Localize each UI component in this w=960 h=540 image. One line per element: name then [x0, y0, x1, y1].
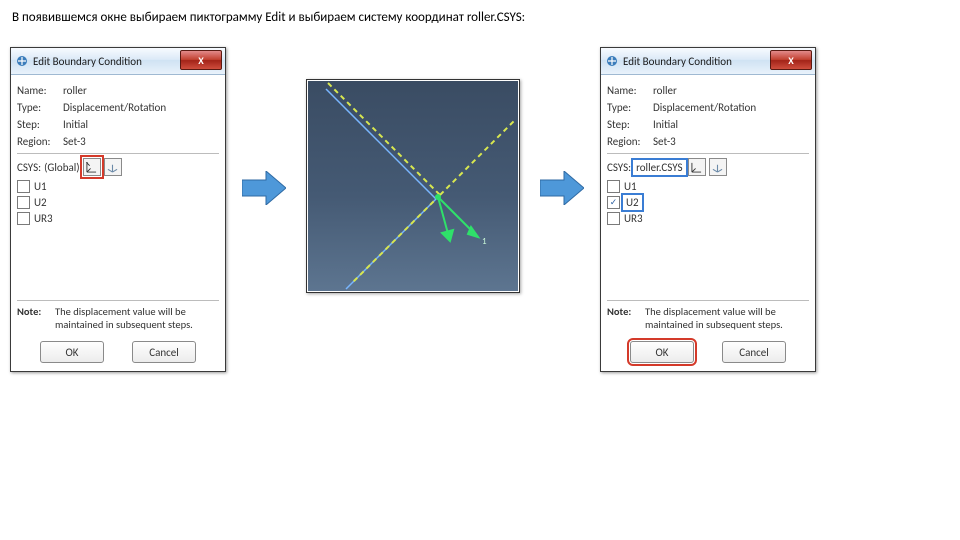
instruction-text: В появившемся окне выбираем пиктограмму … [12, 10, 950, 25]
cancel-button[interactable]: Cancel [132, 341, 196, 363]
edit-csys-icon[interactable] [83, 158, 101, 176]
name-value: roller [653, 83, 677, 98]
csys-value: (Global) [44, 161, 80, 174]
u1-checkbox[interactable] [607, 180, 620, 193]
app-icon [15, 54, 29, 68]
ur3-checkbox[interactable] [607, 212, 620, 225]
ur3-label: UR3 [624, 212, 643, 225]
ur3-checkbox[interactable] [17, 212, 30, 225]
model-viewport: 1 [308, 81, 518, 291]
csys-label: CSYS: [17, 161, 41, 174]
csys-label: CSYS: [607, 161, 631, 174]
u2-label: U2 [624, 196, 641, 209]
note-text: The displacement value will be maintaine… [645, 305, 809, 331]
region-value: Set-3 [63, 134, 86, 149]
ok-button[interactable]: OK [40, 341, 104, 363]
dialog-left: Edit Boundary Condition X Name:roller Ty… [10, 47, 226, 372]
name-label: Name: [17, 83, 63, 98]
cancel-button[interactable]: Cancel [722, 341, 786, 363]
region-label: Region: [607, 134, 653, 149]
u2-checkbox[interactable]: ✓ [607, 196, 620, 209]
svg-text:1: 1 [482, 236, 487, 247]
note-text: The displacement value will be maintaine… [55, 305, 219, 331]
ur3-label: UR3 [34, 212, 53, 225]
viewport-frame: 1 [306, 79, 520, 293]
content-row: Edit Boundary Condition X Name:roller Ty… [10, 41, 950, 372]
u1-checkbox[interactable] [17, 180, 30, 193]
type-value: Displacement/Rotation [63, 100, 166, 115]
u1-label: U1 [624, 180, 637, 193]
titlebar: Edit Boundary Condition X [11, 48, 225, 75]
name-value: roller [63, 83, 87, 98]
csys-value: roller.CSYS [634, 161, 684, 174]
dialog-title: Edit Boundary Condition [623, 55, 732, 68]
app-icon [605, 54, 619, 68]
titlebar: Edit Boundary Condition X [601, 48, 815, 75]
arrow-right-icon [242, 171, 286, 205]
name-label: Name: [607, 83, 653, 98]
u1-label: U1 [34, 180, 47, 193]
note-label: Note: [17, 305, 51, 331]
close-button[interactable]: X [180, 50, 222, 70]
step-value: Initial [653, 117, 678, 132]
create-csys-icon[interactable] [104, 158, 122, 176]
ok-button[interactable]: OK [630, 341, 694, 363]
step-label: Step: [17, 117, 63, 132]
dialog-title: Edit Boundary Condition [33, 55, 142, 68]
u2-label: U2 [34, 196, 47, 209]
region-label: Region: [17, 134, 63, 149]
step-value: Initial [63, 117, 88, 132]
edit-csys-icon[interactable] [688, 158, 706, 176]
step-label: Step: [607, 117, 653, 132]
dialog-right: Edit Boundary Condition X Name:roller Ty… [600, 47, 816, 372]
create-csys-icon[interactable] [709, 158, 727, 176]
u2-checkbox[interactable] [17, 196, 30, 209]
close-button[interactable]: X [770, 50, 812, 70]
type-label: Type: [17, 100, 63, 115]
arrow-right-icon [540, 171, 584, 205]
type-value: Displacement/Rotation [653, 100, 756, 115]
region-value: Set-3 [653, 134, 676, 149]
type-label: Type: [607, 100, 653, 115]
note-label: Note: [607, 305, 641, 331]
